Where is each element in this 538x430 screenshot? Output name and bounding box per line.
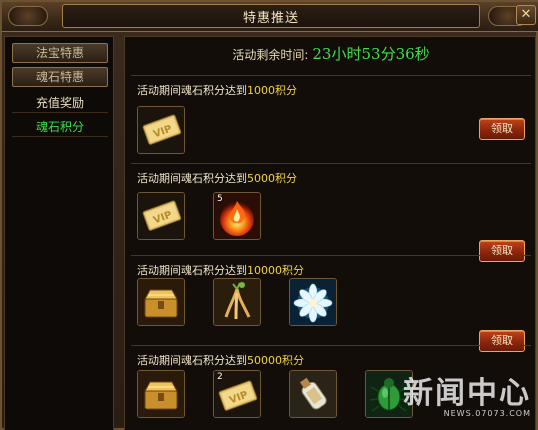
item-count: 2: [217, 372, 223, 382]
title-plate: 特惠推送: [62, 4, 480, 28]
sidebar-item-fabao-deal[interactable]: 法宝特惠: [12, 43, 108, 63]
reward-slot[interactable]: [137, 370, 185, 418]
reward-slot[interactable]: [213, 278, 261, 326]
event-window: 特惠推送 ✕ 法宝特惠 魂石特惠 充值奖励 魂石积分 活动剩余时间: 23小时5…: [0, 0, 538, 430]
reward-slot[interactable]: VIP: [137, 106, 185, 154]
tier-suffix: 积分: [282, 354, 304, 367]
sidebar-item-soulstone-deal[interactable]: 魂石特惠: [12, 67, 108, 87]
tier-requirement: 活动期间魂石积分达到5000积分: [137, 170, 297, 186]
tier-prefix: 活动期间魂石积分达到: [137, 172, 247, 185]
reward-slot[interactable]: [289, 278, 337, 326]
reward-slot[interactable]: [137, 278, 185, 326]
reward-slot[interactable]: 2 VIP: [213, 370, 261, 418]
treasure-chest-icon: [138, 371, 184, 417]
tier-requirement: 活动期间魂石积分达到1000积分: [137, 82, 297, 98]
reward-tier: 活动期间魂石积分达到1000积分 VIP 领取: [131, 75, 531, 161]
ginseng-icon: [214, 279, 260, 325]
treasure-chest-icon: [138, 279, 184, 325]
tier-suffix: 积分: [275, 172, 297, 185]
countdown-value: 23小时53分36秒: [312, 45, 430, 63]
tier-prefix: 活动期间魂石积分达到: [137, 354, 247, 367]
window-title: 特惠推送: [242, 10, 299, 26]
reward-tier: 活动期间魂石积分达到10000积分 领取: [131, 255, 531, 352]
title-bar: 特惠推送 ✕: [2, 2, 538, 32]
reward-slot[interactable]: VIP: [137, 192, 185, 240]
countdown: 活动剩余时间: 23小时53分36秒: [125, 43, 537, 67]
reward-slot[interactable]: [289, 370, 337, 418]
main-panel: 活动剩余时间: 23小时53分36秒 活动期间魂石积分达到1000积分 VIP …: [124, 36, 536, 430]
tier-requirement: 活动期间魂石积分达到50000积分: [137, 352, 304, 368]
item-count: 5: [217, 194, 223, 204]
lotus-flower-icon: [290, 279, 336, 325]
sidebar-item-recharge-reward[interactable]: 充值奖励: [12, 93, 108, 113]
tier-amount: 50000: [247, 354, 282, 367]
tier-suffix: 积分: [282, 264, 304, 277]
tier-requirement: 活动期间魂石积分达到10000积分: [137, 262, 304, 278]
tier-amount: 1000: [247, 84, 275, 97]
tier-amount: 5000: [247, 172, 275, 185]
watermark: 新闻中心 NEWS.07073.COM: [391, 377, 531, 429]
tier-prefix: 活动期间魂石积分达到: [137, 264, 247, 277]
sidebar-item-soulstone-points[interactable]: 魂石积分: [12, 117, 108, 137]
ornament-left-icon: [8, 6, 48, 26]
reward-slot[interactable]: 5: [213, 192, 261, 240]
message-bottle-icon: [290, 371, 336, 417]
reward-tier: 活动期间魂石积分达到5000积分 VIP 5 领取: [131, 163, 531, 262]
tier-prefix: 活动期间魂石积分达到: [137, 84, 247, 97]
countdown-label: 活动剩余时间:: [232, 48, 309, 62]
close-button[interactable]: ✕: [516, 5, 536, 25]
watermark-main: 新闻中心: [403, 376, 531, 411]
vip-card-icon: VIP: [138, 193, 184, 239]
vip-card-icon: VIP: [138, 107, 184, 153]
claim-button[interactable]: 领取: [479, 118, 525, 140]
tier-amount: 10000: [247, 264, 282, 277]
tier-suffix: 积分: [275, 84, 297, 97]
sidebar: 法宝特惠 魂石特惠 充值奖励 魂石积分: [4, 36, 114, 430]
